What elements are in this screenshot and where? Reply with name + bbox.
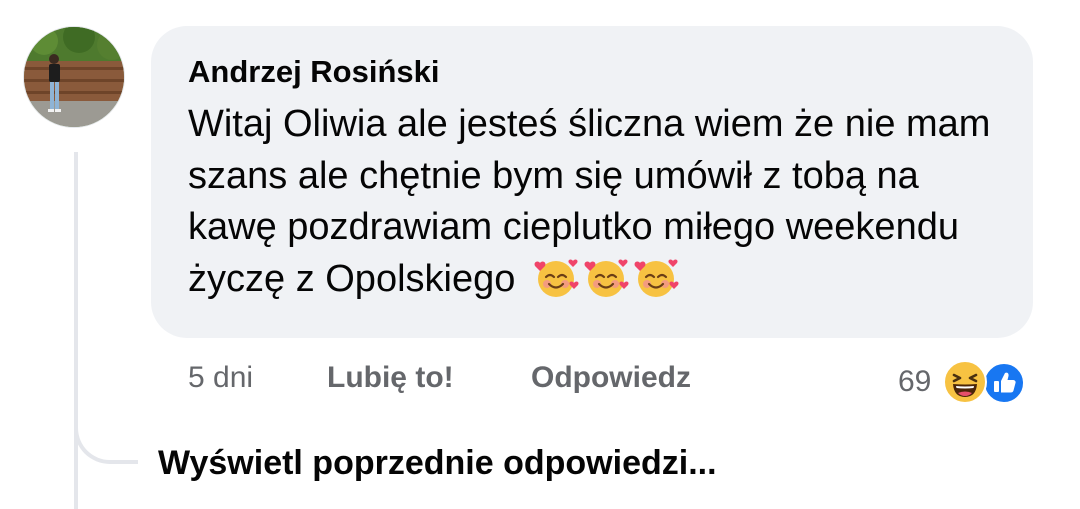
reply-button[interactable]: Odpowiedz bbox=[531, 356, 691, 400]
comment-author[interactable]: Andrzej Rosiński bbox=[188, 50, 440, 94]
reaction-count: 69 bbox=[898, 365, 932, 398]
reaction-icons bbox=[943, 360, 1029, 404]
comment-body: Witaj Oliwia ale jesteś śliczna wiem że … bbox=[188, 99, 1018, 305]
smiling-face-with-hearts-icon bbox=[634, 259, 679, 298]
smiling-face-with-hearts-icon bbox=[534, 259, 579, 298]
thread-branch-line bbox=[74, 360, 138, 464]
reaction-summary[interactable]: 69 bbox=[898, 360, 1029, 404]
smiling-face-with-hearts-icon bbox=[584, 259, 629, 298]
comment-thread: Andrzej Rosiński Witaj Oliwia ale jesteś… bbox=[0, 0, 1080, 509]
like-button[interactable]: Lubię to! bbox=[327, 356, 454, 400]
comment-emojis bbox=[532, 253, 680, 301]
thread-line bbox=[74, 152, 78, 509]
avatar-photo bbox=[24, 27, 124, 127]
comment-timestamp[interactable]: 5 dni bbox=[188, 356, 253, 400]
avatar[interactable] bbox=[23, 26, 125, 128]
haha-icon bbox=[943, 360, 988, 404]
view-previous-replies-link[interactable]: Wyświetl poprzednie odpowiedzi... bbox=[158, 440, 717, 486]
like-icon bbox=[983, 362, 1026, 404]
